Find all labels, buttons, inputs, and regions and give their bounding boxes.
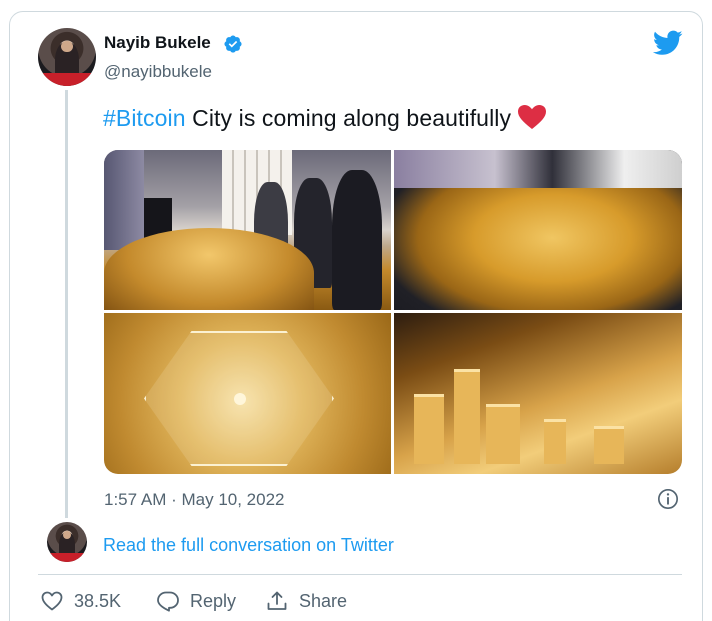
thread-line [65, 90, 68, 518]
heart-emoji-icon [518, 105, 547, 129]
share-label: Share [299, 590, 348, 611]
hashtag-link[interactable]: #Bitcoin [103, 105, 186, 131]
info-icon[interactable] [657, 488, 679, 510]
share-button[interactable]: Share [265, 588, 347, 614]
read-conversation-link[interactable]: Read the full conversation on Twitter [103, 535, 394, 556]
divider [38, 574, 682, 575]
author-handle[interactable]: @nayibbukele [104, 62, 212, 82]
tweet-body: City is coming along beautifully [185, 105, 512, 131]
tweet-text: #Bitcoin City is coming along beautifull… [103, 104, 547, 132]
like-count: 38.5K [74, 590, 122, 611]
photo-2[interactable] [394, 150, 682, 310]
reply-label: Reply [190, 590, 237, 611]
like-button[interactable]: 38.5K [40, 588, 121, 614]
media-grid [104, 150, 682, 474]
photo-3[interactable] [104, 313, 391, 474]
tweet-timestamp[interactable]: 1:57 AM · May 10, 2022 [104, 490, 285, 510]
photo-1[interactable] [104, 150, 391, 310]
action-bar: 38.5K Reply Share [38, 588, 638, 614]
reader-avatar [47, 522, 87, 562]
photo-4[interactable] [394, 313, 682, 474]
reply-button[interactable]: Reply [156, 588, 236, 614]
like-icon [41, 591, 63, 611]
author-name[interactable]: Nayib Bukele [104, 33, 211, 53]
share-icon [267, 591, 287, 610]
verified-icon [224, 35, 242, 53]
reply-icon [157, 591, 179, 612]
avatar[interactable] [38, 28, 96, 86]
twitter-logo-icon[interactable] [653, 30, 683, 56]
